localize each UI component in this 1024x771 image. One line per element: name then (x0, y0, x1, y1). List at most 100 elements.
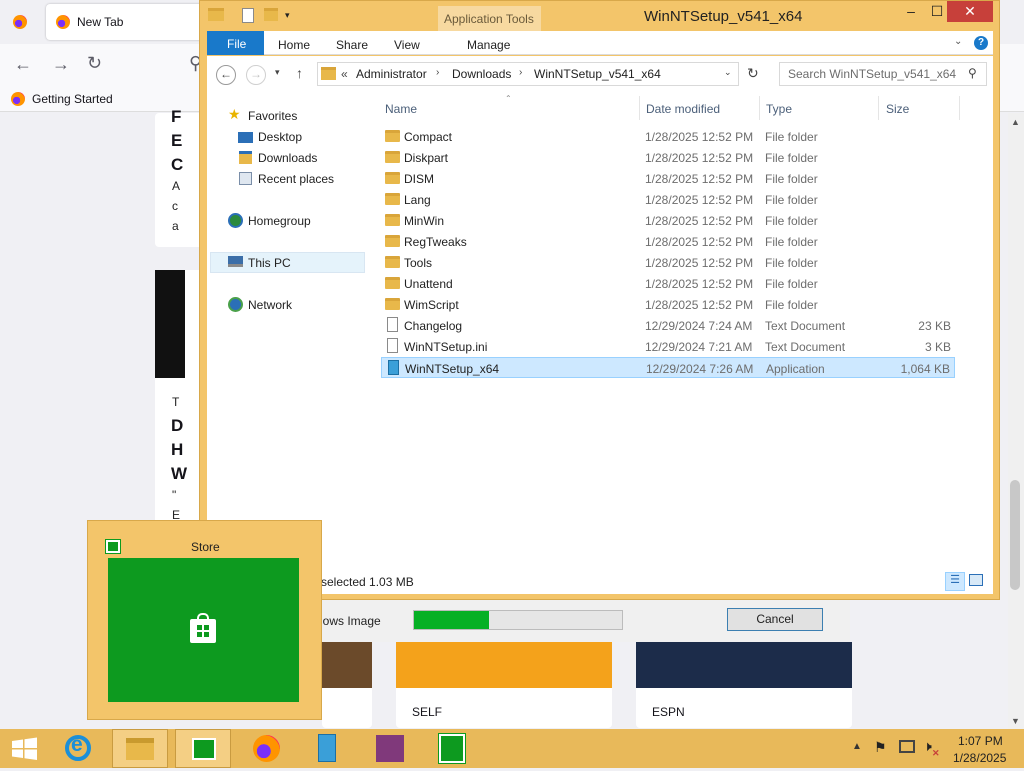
taskbar-firefox[interactable] (238, 729, 294, 768)
firefox-icon (253, 735, 280, 762)
refresh-icon[interactable]: ↻ (747, 65, 759, 82)
up-arrow-icon[interactable]: ↑ (296, 65, 303, 81)
nav-downloads[interactable]: Downloads (258, 151, 317, 165)
store-preview-thumbnail[interactable] (108, 558, 299, 702)
breadcrumb-current-folder[interactable]: WinNTSetup_v541_x64 (534, 67, 661, 81)
file-row[interactable]: WinNTSetup.ini 12/29/2024 7:21 AM Text Doc… (381, 336, 955, 357)
column-divider[interactable] (759, 96, 760, 120)
address-dropdown-icon[interactable]: ⌄ (724, 67, 732, 78)
large-icons-view-icon[interactable] (969, 574, 983, 586)
details-view-icon[interactable]: ☰ (945, 572, 965, 591)
clock-date[interactable]: 1/28/2025 (953, 751, 1006, 765)
scroll-down-icon[interactable]: ▼ (1011, 716, 1020, 726)
tab-view[interactable]: View (394, 38, 420, 52)
breadcrumb-separator-icon[interactable]: › (436, 67, 439, 78)
file-type: File folder (765, 298, 818, 312)
column-divider[interactable] (878, 96, 879, 120)
reload-icon[interactable]: ↻ (87, 53, 102, 74)
address-bar-row: ← → ▾ ↑ « Administrator › Downloads › Wi… (207, 56, 993, 92)
tab-file[interactable]: File (207, 31, 264, 55)
scrollbar-thumb[interactable] (1010, 480, 1020, 590)
taskbar-internet-explorer[interactable]: e (50, 729, 106, 768)
file-row[interactable]: MinWin 1/28/2025 12:52 PM File folder (381, 210, 955, 231)
file-row[interactable]: RegTweaks 1/28/2025 12:52 PM File folder (381, 231, 955, 252)
store-taskbar-preview[interactable]: Store (87, 520, 322, 720)
file-row[interactable]: Unattend 1/28/2025 12:52 PM File folder (381, 273, 955, 294)
tab-share[interactable]: Share (336, 38, 368, 52)
taskbar-store[interactable] (175, 729, 231, 768)
back-icon[interactable]: ← (14, 54, 32, 75)
show-hidden-icons[interactable]: ▲ (852, 741, 862, 752)
forward-arrow-icon[interactable]: → (246, 65, 266, 85)
volume-muted-icon[interactable]: 🕨 (923, 738, 932, 755)
file-row[interactable]: Tools 1/28/2025 12:52 PM File folder (381, 252, 955, 273)
nav-desktop[interactable]: Desktop (258, 130, 302, 144)
news-card-image (155, 270, 185, 378)
search-input[interactable]: Search WinNTSetup_v541_x64 ⚲ (779, 62, 987, 86)
nav-network[interactable]: Network (248, 298, 292, 312)
breadcrumb-overflow[interactable]: « (341, 67, 348, 81)
contextual-tab-label: Application Tools (444, 12, 534, 26)
clock-time[interactable]: 1:07 PM (958, 734, 1003, 748)
recent-locations-icon[interactable]: ▾ (275, 67, 280, 78)
column-header-type[interactable]: Type (766, 102, 792, 116)
title-bar[interactable]: ▾ Application Tools WinNTSetup_v541_x64 … (200, 1, 999, 31)
file-row[interactable]: Diskpart 1/28/2025 12:52 PM File folder (381, 147, 955, 168)
page-scrollbar[interactable] (1008, 113, 1024, 729)
cancel-button[interactable]: Cancel (727, 608, 823, 631)
file-row[interactable]: WimScript 1/28/2025 12:52 PM File folder (381, 294, 955, 315)
back-arrow-icon[interactable]: ← (216, 65, 236, 85)
column-header-size[interactable]: Size (886, 102, 909, 116)
column-divider[interactable] (959, 96, 960, 120)
onenote-icon (376, 735, 404, 762)
bookmark-getting-started[interactable]: Getting Started (32, 92, 113, 106)
folder-icon (385, 193, 400, 205)
card-text: E (171, 131, 183, 150)
application-icon (388, 360, 399, 375)
browser-tab-new-tab[interactable] (46, 4, 206, 40)
file-date: 1/28/2025 12:52 PM (645, 151, 754, 165)
firefox-menu-icon[interactable] (13, 15, 27, 29)
search-icon[interactable]: ⚲ (968, 66, 977, 80)
new-folder-icon[interactable] (264, 8, 278, 21)
file-row[interactable]: DISM 1/28/2025 12:52 PM File folder (381, 168, 955, 189)
expand-ribbon-icon[interactable]: ⌄ (954, 36, 962, 47)
properties-icon[interactable] (242, 8, 254, 23)
column-header-name[interactable]: Name (385, 102, 417, 116)
breadcrumb-administrator[interactable]: Administrator (356, 67, 427, 81)
file-row[interactable]: WinNTSetup_x64 12/29/2024 7:26 AM Applicat… (381, 357, 955, 378)
quick-access-dropdown-icon[interactable]: ▾ (285, 10, 290, 21)
column-divider[interactable] (639, 96, 640, 120)
taskbar-winntsetup[interactable] (300, 729, 356, 768)
nav-recent-places[interactable]: Recent places (258, 172, 334, 186)
nav-this-pc[interactable]: This PC (248, 256, 291, 270)
card-source-label: SELF (412, 705, 443, 719)
breadcrumb-separator-icon[interactable]: › (519, 67, 522, 78)
help-icon[interactable]: ? (974, 36, 988, 50)
network-tray-icon[interactable] (899, 740, 915, 753)
taskbar-onenote[interactable] (362, 729, 418, 768)
tab-manage[interactable]: Manage (467, 38, 510, 52)
breadcrumb-downloads[interactable]: Downloads (452, 67, 511, 81)
file-type: File folder (765, 277, 818, 291)
address-bar[interactable]: « Administrator › Downloads › WinNTSetup… (317, 62, 739, 86)
folder-icon (385, 235, 400, 247)
nav-favorites[interactable]: Favorites (248, 109, 297, 123)
desktop-icon (238, 132, 253, 143)
file-date: 1/28/2025 12:52 PM (645, 298, 754, 312)
scroll-up-icon[interactable]: ▲ (1011, 117, 1020, 127)
taskbar-calculator[interactable] (424, 729, 480, 768)
file-row[interactable]: Compact 1/28/2025 12:52 PM File folder (381, 126, 955, 147)
tab-home[interactable]: Home (278, 38, 310, 52)
forward-icon[interactable]: → (52, 54, 70, 75)
folder-icon (385, 256, 400, 268)
start-button[interactable] (0, 729, 48, 768)
file-date: 1/28/2025 12:52 PM (645, 130, 754, 144)
file-row[interactable]: Lang 1/28/2025 12:52 PM File folder (381, 189, 955, 210)
file-row[interactable]: Changelog 12/29/2024 7:24 AM Text Document… (381, 315, 955, 336)
taskbar-file-explorer[interactable] (112, 729, 168, 768)
nav-homegroup[interactable]: Homegroup (248, 214, 311, 228)
column-header-date[interactable]: Date modified (646, 102, 720, 116)
action-center-flag-icon[interactable]: ⚑ (874, 739, 887, 756)
close-button[interactable]: ✕ (947, 1, 993, 22)
